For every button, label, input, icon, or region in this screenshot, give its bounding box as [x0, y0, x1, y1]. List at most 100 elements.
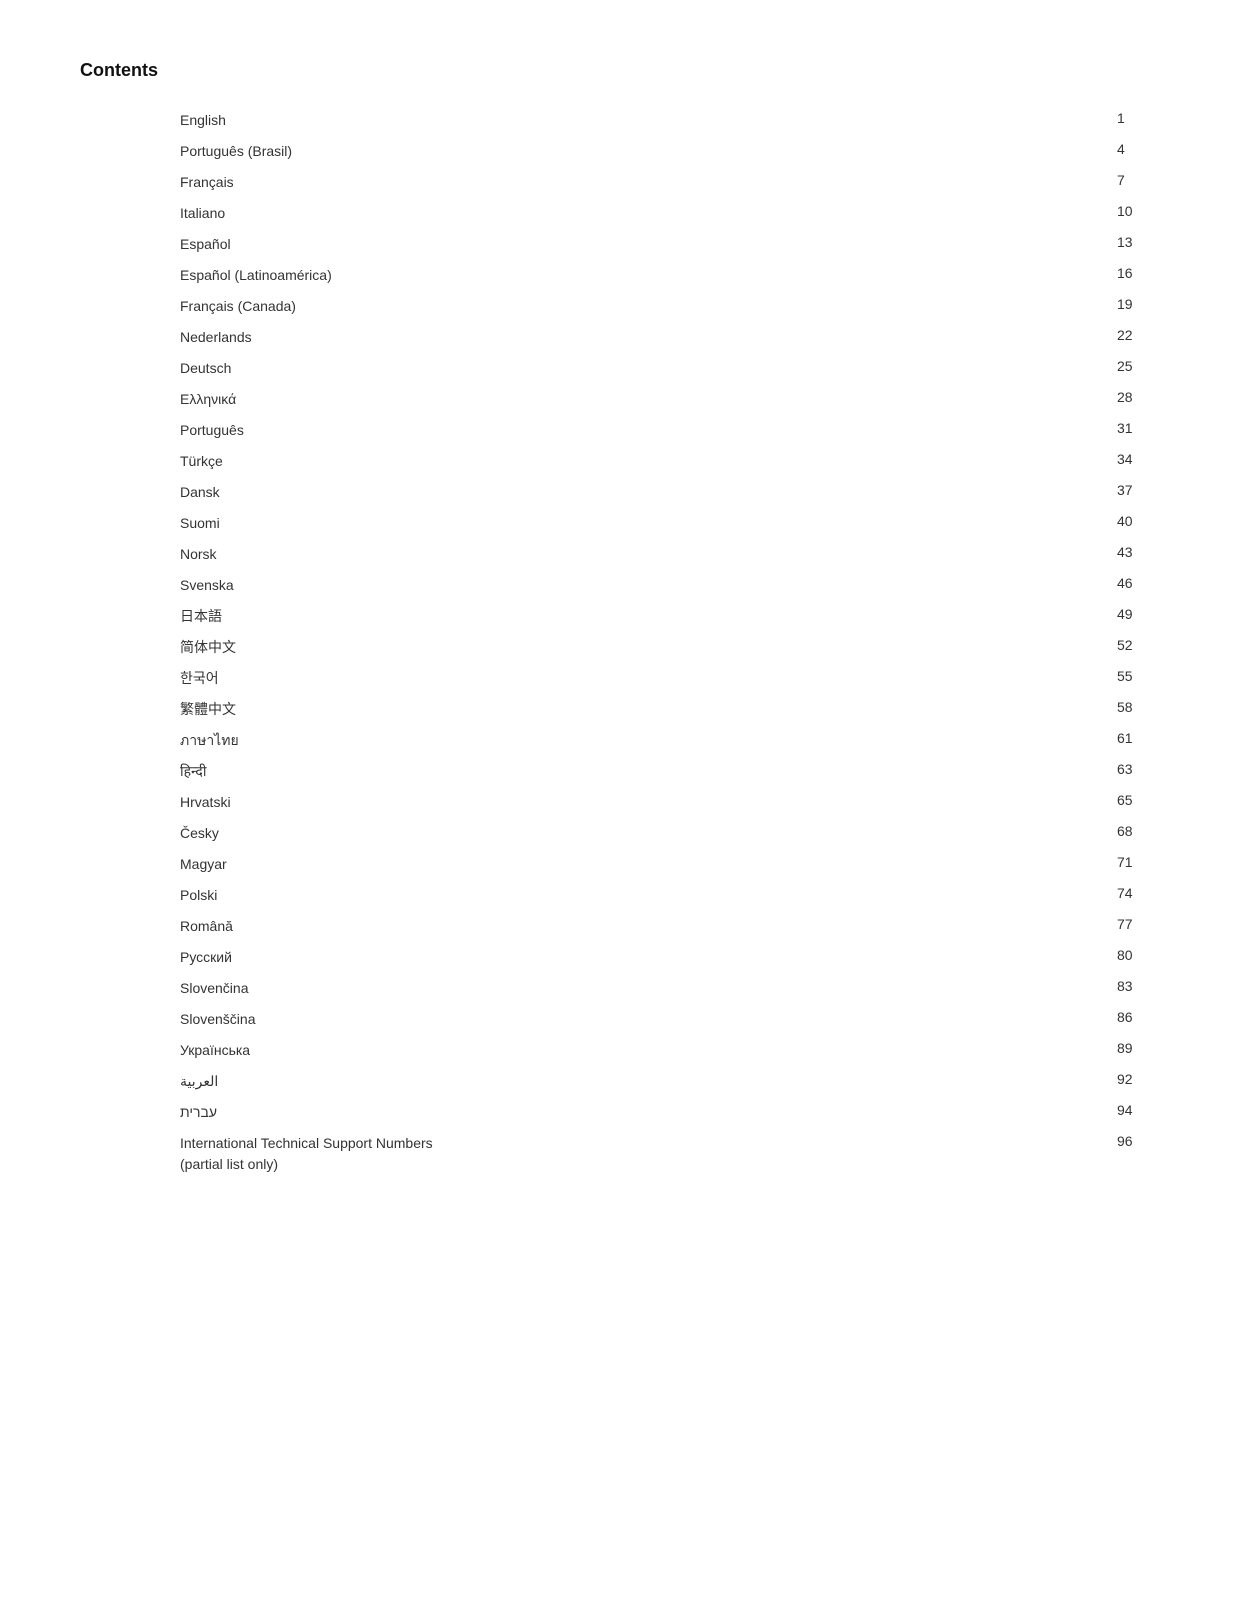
toc-item-page: 86	[1117, 1009, 1157, 1025]
toc-item-page: 63	[1117, 761, 1157, 777]
toc-item-page: 61	[1117, 730, 1157, 746]
toc-row: 日本語49	[180, 601, 1157, 632]
toc-item-page: 80	[1117, 947, 1157, 963]
page-container: Contents English1Português (Brasil)4Fran…	[0, 0, 1237, 1240]
toc-row: العربية92	[180, 1066, 1157, 1097]
toc-table: English1Português (Brasil)4Français7Ital…	[180, 105, 1157, 1180]
toc-item-label: Dansk	[180, 482, 1117, 503]
toc-item-label: Русский	[180, 947, 1117, 968]
toc-row: Nederlands22	[180, 322, 1157, 353]
toc-row: Hrvatski65	[180, 787, 1157, 818]
toc-row: Norsk43	[180, 539, 1157, 570]
toc-item-page: 83	[1117, 978, 1157, 994]
toc-item-label: Español (Latinoamérica)	[180, 265, 1117, 286]
toc-item-label: Română	[180, 916, 1117, 937]
toc-item-label: Norsk	[180, 544, 1117, 565]
toc-row: Česky68	[180, 818, 1157, 849]
toc-row: International Technical Support Numbers …	[180, 1128, 1157, 1180]
toc-item-page: 92	[1117, 1071, 1157, 1087]
toc-item-page: 16	[1117, 265, 1157, 281]
toc-item-label: 日本語	[180, 606, 1117, 627]
toc-item-page: 65	[1117, 792, 1157, 808]
toc-row: Português31	[180, 415, 1157, 446]
toc-item-label: Français (Canada)	[180, 296, 1117, 317]
toc-item-label: العربية	[180, 1071, 1117, 1092]
toc-row: Français7	[180, 167, 1157, 198]
toc-item-label: Hrvatski	[180, 792, 1117, 813]
toc-row: English1	[180, 105, 1157, 136]
toc-item-page: 89	[1117, 1040, 1157, 1056]
toc-item-label: Magyar	[180, 854, 1117, 875]
toc-row: Español (Latinoamérica)16	[180, 260, 1157, 291]
toc-row: ภาษาไทย61	[180, 725, 1157, 756]
toc-item-label: Deutsch	[180, 358, 1117, 379]
toc-row: Português (Brasil)4	[180, 136, 1157, 167]
toc-row: Polski74	[180, 880, 1157, 911]
toc-row: Українська89	[180, 1035, 1157, 1066]
toc-item-page: 55	[1117, 668, 1157, 684]
toc-row: Română77	[180, 911, 1157, 942]
toc-row: Ελληνικά28	[180, 384, 1157, 415]
toc-item-page: 71	[1117, 854, 1157, 870]
toc-item-label: Português	[180, 420, 1117, 441]
toc-row: Slovenčina83	[180, 973, 1157, 1004]
toc-item-page: 25	[1117, 358, 1157, 374]
toc-row: Svenska46	[180, 570, 1157, 601]
toc-row: Español13	[180, 229, 1157, 260]
toc-row: Türkçe34	[180, 446, 1157, 477]
toc-item-page: 68	[1117, 823, 1157, 839]
toc-item-page: 4	[1117, 141, 1157, 157]
toc-item-label: Português (Brasil)	[180, 141, 1117, 162]
toc-item-page: 7	[1117, 172, 1157, 188]
toc-row: Dansk37	[180, 477, 1157, 508]
toc-item-label: Polski	[180, 885, 1117, 906]
toc-item-page: 37	[1117, 482, 1157, 498]
toc-row: Magyar71	[180, 849, 1157, 880]
toc-item-label: Español	[180, 234, 1117, 255]
toc-row: Русский80	[180, 942, 1157, 973]
toc-row: Slovenščina86	[180, 1004, 1157, 1035]
toc-item-label: Français	[180, 172, 1117, 193]
toc-item-page: 94	[1117, 1102, 1157, 1118]
toc-item-label: 繁體中文	[180, 699, 1117, 720]
toc-item-page: 40	[1117, 513, 1157, 529]
toc-item-label: Suomi	[180, 513, 1117, 534]
toc-item-page: 74	[1117, 885, 1157, 901]
toc-item-page: 46	[1117, 575, 1157, 591]
toc-item-page: 22	[1117, 327, 1157, 343]
toc-item-page: 52	[1117, 637, 1157, 653]
toc-item-label: हिन्दी	[180, 761, 1117, 782]
toc-item-label: Česky	[180, 823, 1117, 844]
toc-item-page: 10	[1117, 203, 1157, 219]
toc-row: Italiano10	[180, 198, 1157, 229]
toc-item-label: Slovenščina	[180, 1009, 1117, 1030]
toc-item-label: Svenska	[180, 575, 1117, 596]
toc-item-page: 77	[1117, 916, 1157, 932]
toc-item-label: Українська	[180, 1040, 1117, 1061]
toc-row: Deutsch25	[180, 353, 1157, 384]
toc-item-page: 28	[1117, 389, 1157, 405]
toc-item-label: Slovenčina	[180, 978, 1117, 999]
toc-item-page: 19	[1117, 296, 1157, 312]
toc-row: 简体中文52	[180, 632, 1157, 663]
toc-item-label: ภาษาไทย	[180, 730, 1117, 751]
toc-row: 繁體中文58	[180, 694, 1157, 725]
toc-row: 한국어55	[180, 663, 1157, 694]
toc-item-label: 简体中文	[180, 637, 1117, 658]
toc-item-page: 96	[1117, 1133, 1157, 1149]
toc-item-label: International Technical Support Numbers …	[180, 1133, 1117, 1175]
toc-item-label: Nederlands	[180, 327, 1117, 348]
toc-item-label: English	[180, 110, 1117, 131]
page-title: Contents	[80, 60, 1157, 81]
toc-row: Français (Canada)19	[180, 291, 1157, 322]
toc-item-page: 49	[1117, 606, 1157, 622]
toc-item-page: 58	[1117, 699, 1157, 715]
toc-item-label: Ελληνικά	[180, 389, 1117, 410]
toc-row: Suomi40	[180, 508, 1157, 539]
toc-item-page: 1	[1117, 110, 1157, 126]
toc-item-label: עברית	[180, 1102, 1117, 1123]
toc-item-label: Türkçe	[180, 451, 1117, 472]
toc-item-page: 13	[1117, 234, 1157, 250]
toc-item-page: 43	[1117, 544, 1157, 560]
toc-item-page: 31	[1117, 420, 1157, 436]
